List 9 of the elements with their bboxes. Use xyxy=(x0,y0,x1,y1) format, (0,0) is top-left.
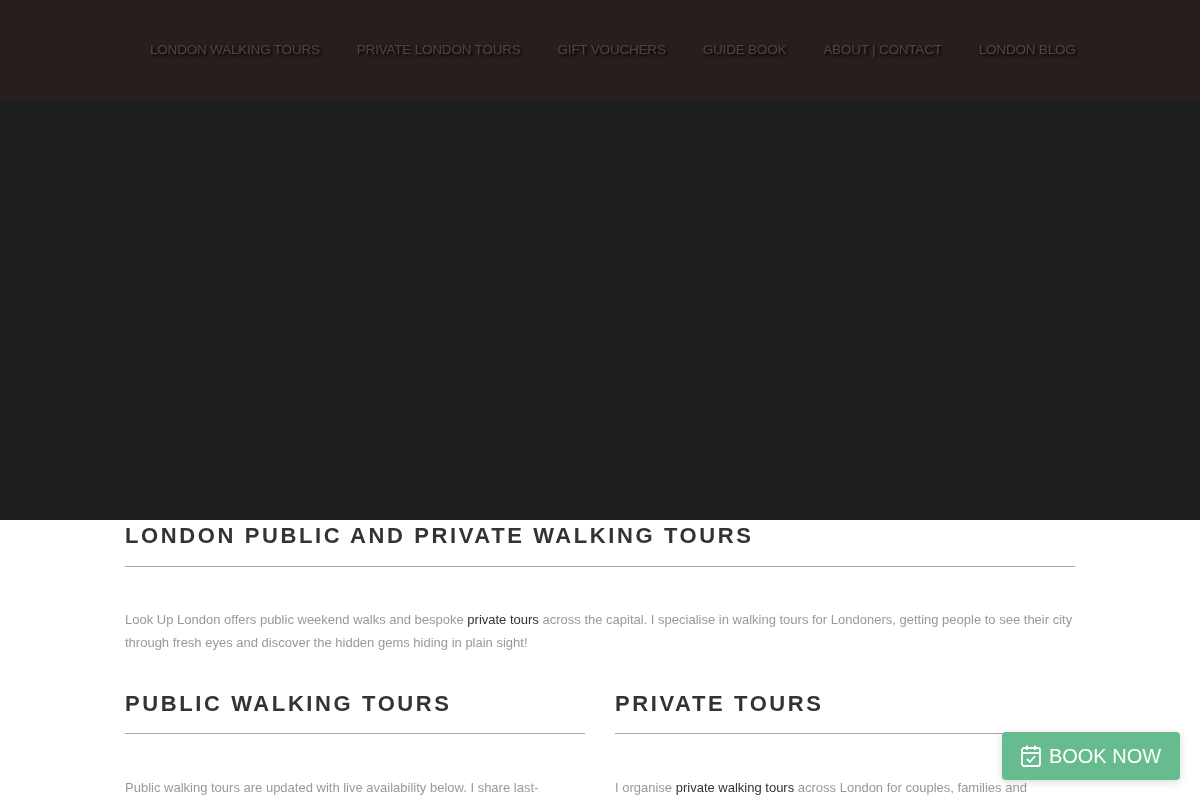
section-paragraph: I organise private walking tours across London for couples, families and xyxy=(615,779,1028,797)
calendar-check-icon xyxy=(1020,745,1041,767)
text-link[interactable]: private tours xyxy=(467,612,539,627)
section-heading: LONDON PUBLIC AND PRIVATE WALKING TOURS xyxy=(125,523,1075,567)
text-link[interactable]: private walking tours xyxy=(675,780,795,795)
intro-paragraph: Look Up London offers public weekend walks and bespoke private tours across the capital. I specialise in walking tours for Londoners, getting people to see their city through fresh eyes and discover the hidden gems hiding in plain sight! xyxy=(125,611,1074,652)
section-paragraph: Public walking tours are updated with live availability below. I share last- xyxy=(125,779,540,797)
section-heading: PUBLIC WALKING TOURS xyxy=(125,691,585,734)
book-now-button[interactable]: BOOK NOW xyxy=(1002,732,1180,780)
